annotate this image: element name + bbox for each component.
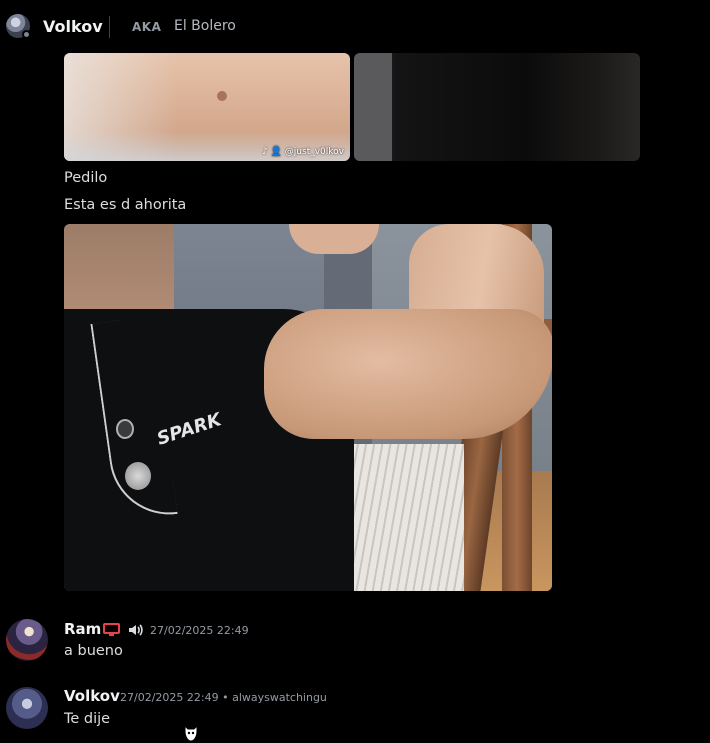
header-divider <box>109 16 110 38</box>
tiktok-watermark: ♪ 👤 @just_v0lkov <box>262 147 344 157</box>
avatar[interactable] <box>6 619 48 661</box>
attachment-image-1[interactable]: ♪ 👤 @just_v0lkov <box>64 53 350 161</box>
channel-header: Volkov AKA El Bolero <box>0 0 710 50</box>
aka-label: AKA <box>132 20 162 34</box>
message-content: Te dije <box>64 711 111 727</box>
message-timestamp: 27/02/2025 22:49 <box>150 624 249 637</box>
message-volkov: Volkov 27/02/2025 22:49 • alwayswatching… <box>0 683 710 743</box>
header-alias: El Bolero <box>174 18 236 34</box>
message-username[interactable]: Ram <box>64 620 101 638</box>
attachment-image-2[interactable] <box>354 53 640 161</box>
header-avatar[interactable] <box>6 14 31 39</box>
speaker-icon <box>129 624 143 636</box>
cat-cursor-icon <box>184 725 198 742</box>
message-text-pedilo: Pedilo <box>64 170 108 186</box>
status-dot <box>22 30 31 39</box>
message-text-ahorita: Esta es d ahorita <box>64 197 187 213</box>
monitor-icon <box>103 623 120 636</box>
attachment-image-3[interactable]: SPARK <box>64 224 552 591</box>
message-content: a bueno <box>64 643 123 659</box>
avatar[interactable] <box>6 687 48 729</box>
header-username[interactable]: Volkov <box>43 17 103 36</box>
message-username[interactable]: Volkov <box>64 687 120 705</box>
message-timestamp: 27/02/2025 22:49 • alwayswatchingu <box>120 691 327 704</box>
